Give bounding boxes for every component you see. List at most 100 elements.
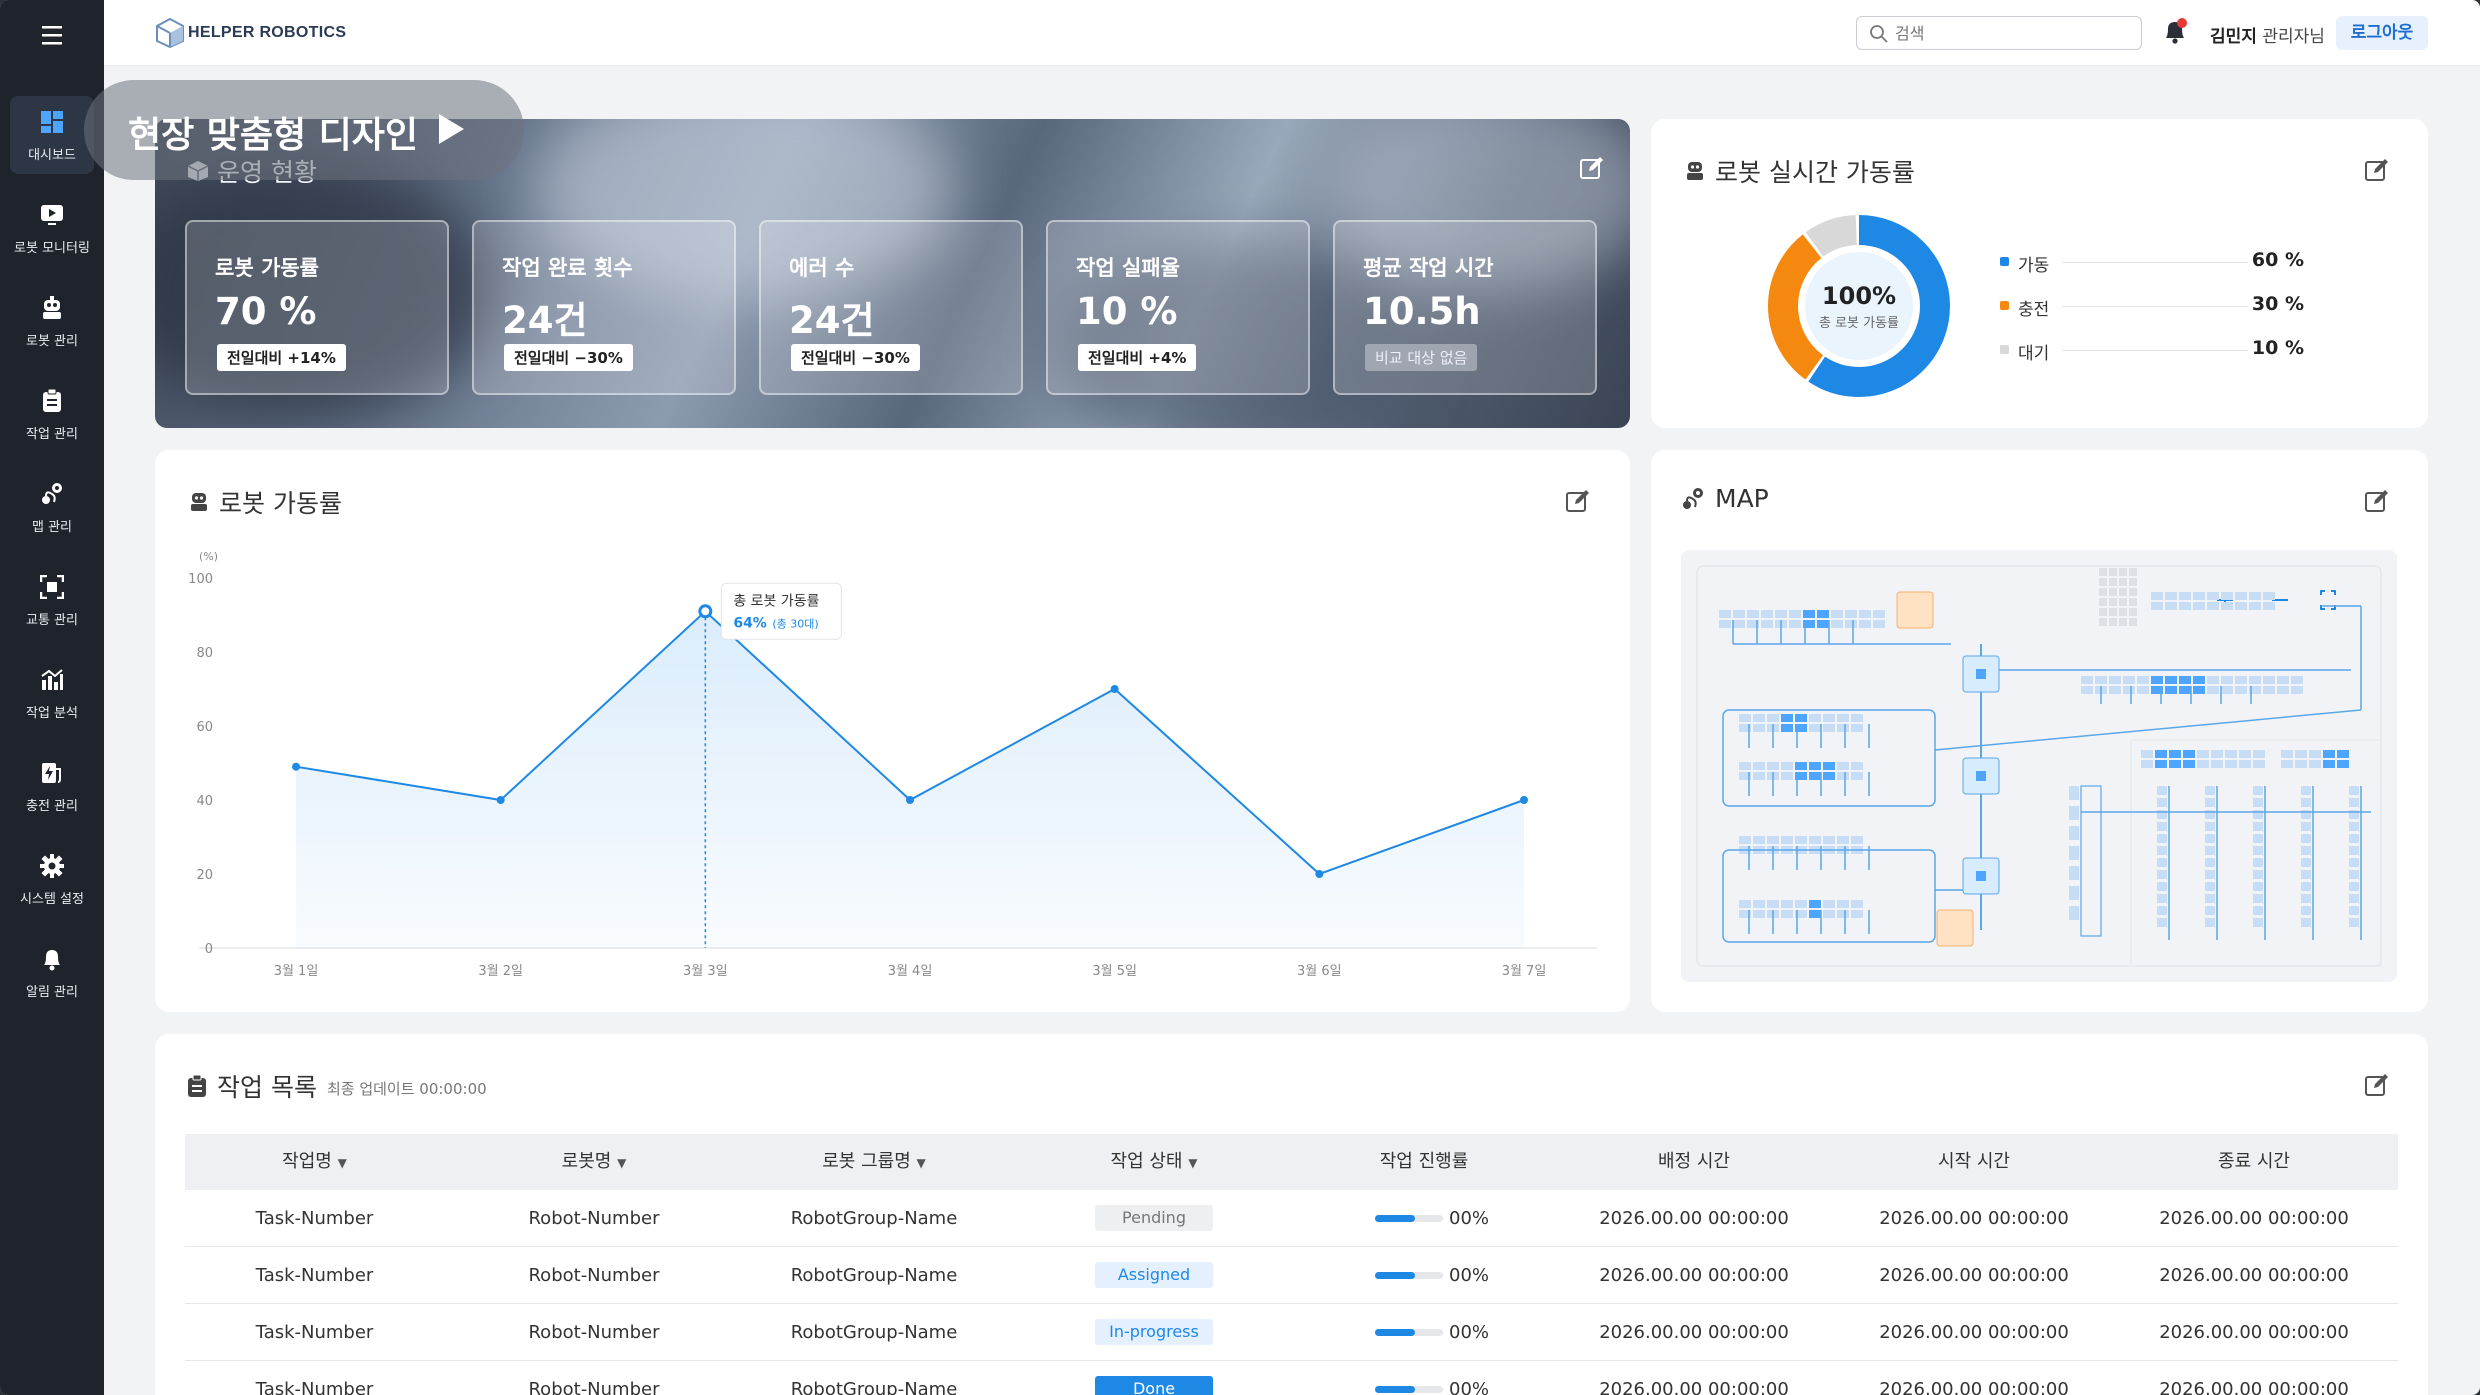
shelf-slot bbox=[2207, 676, 2219, 684]
column-header-robot-group[interactable]: 로봇 그룹명 ▼ bbox=[744, 1134, 1004, 1190]
storage-block bbox=[2119, 588, 2127, 596]
storage-block bbox=[2099, 588, 2107, 596]
shelf-slot bbox=[1859, 620, 1871, 628]
column-header-task-status[interactable]: 작업 상태 ▼ bbox=[1004, 1134, 1304, 1190]
shelf-slot bbox=[2141, 750, 2153, 758]
shelf-slot bbox=[1767, 836, 1779, 844]
shelf-slot bbox=[2207, 592, 2219, 600]
cell-start-time: 2026.00.00 00:00:00 bbox=[1879, 1322, 2069, 1343]
stat-value: 24건 bbox=[502, 299, 588, 342]
shelf-slot bbox=[2253, 894, 2263, 903]
legend-label: 가동 bbox=[2018, 256, 2050, 276]
charging-icon bbox=[42, 763, 61, 783]
shelf-slot bbox=[1753, 772, 1765, 780]
table-row[interactable]: Task-Number Robot-Number RobotGroup-Name In… bbox=[185, 1304, 2398, 1361]
storage-block bbox=[2099, 568, 2107, 576]
shelf-slot bbox=[2169, 760, 2181, 768]
y-tick-label: 80 bbox=[196, 646, 213, 661]
table-row[interactable]: Task-Number Robot-Number RobotGroup-Name Pe… bbox=[185, 1190, 2398, 1247]
robot-icon bbox=[43, 296, 61, 319]
search-input[interactable] bbox=[1895, 21, 2135, 45]
edit-icon[interactable] bbox=[2364, 157, 2390, 183]
shelf-slot bbox=[2221, 602, 2233, 610]
clipboard-icon bbox=[188, 1075, 206, 1097]
status-badge: Assigned bbox=[1095, 1262, 1213, 1288]
shelf-slot bbox=[2095, 676, 2107, 684]
sidebar-item-system-settings[interactable]: 시스템 설정 bbox=[10, 840, 94, 918]
shelf-slot bbox=[1753, 724, 1765, 732]
edit-icon[interactable] bbox=[2364, 1072, 2390, 1098]
y-axis-unit: (%) bbox=[199, 550, 218, 563]
sidebar-item-map-management[interactable]: 맵 관리 bbox=[10, 468, 94, 546]
sidebar-item-task-management[interactable]: 작업 관리 bbox=[10, 375, 94, 453]
shelf-slot bbox=[1823, 910, 1835, 918]
logout-button[interactable]: 로그아웃 bbox=[2336, 16, 2428, 50]
shelf-slot bbox=[2205, 822, 2215, 831]
shelf-slot bbox=[2301, 858, 2311, 867]
task-table: 작업명 ▼ 로봇명 ▼ 로봇 그룹명 ▼ 작업 상태 ▼ 작업 진행률 배정 시… bbox=[185, 1134, 2398, 1395]
sort-caret-icon: ▼ bbox=[337, 1156, 347, 1170]
sidebar-item-robot-monitoring[interactable]: 로봇 모니터링 bbox=[10, 189, 94, 267]
custom-design-banner[interactable]: 현장 맞춤형 디자인 bbox=[84, 80, 524, 180]
storage-block bbox=[2129, 618, 2137, 626]
sidebar-item-traffic-management[interactable]: 교통 관리 bbox=[10, 561, 94, 639]
legend-divider bbox=[2062, 262, 2248, 263]
sidebar-item-label: 로봇 모니터링 bbox=[14, 241, 90, 256]
stat-card-robot-utilization: 로봇 가동률 70 % 전일대비 +14% bbox=[185, 220, 449, 395]
column-header-robot-name[interactable]: 로봇명 ▼ bbox=[444, 1134, 744, 1190]
stat-title: 작업 완료 횟수 bbox=[502, 256, 633, 280]
storage-block bbox=[2119, 578, 2127, 586]
sidebar-item-charging-management[interactable]: 충전 관리 bbox=[10, 747, 94, 825]
donut-center-label: 총 로봇 가동률 bbox=[1818, 316, 1900, 331]
shelf-slot bbox=[2239, 750, 2251, 758]
shelf-slot bbox=[1753, 714, 1765, 722]
edit-icon[interactable] bbox=[1579, 155, 1605, 181]
cell-robot-name: Robot-Number bbox=[528, 1322, 660, 1343]
shelf-slot bbox=[2109, 676, 2121, 684]
sidebar-item-dashboard[interactable]: 대시보드 bbox=[10, 96, 94, 174]
shelf-slot bbox=[2301, 894, 2311, 903]
column-header-task-name[interactable]: 작업명 ▼ bbox=[185, 1134, 444, 1190]
table-row[interactable]: Task-Number Robot-Number RobotGroup-Name As… bbox=[185, 1247, 2398, 1304]
column-header-label: 시작 시간 bbox=[1938, 1151, 2010, 1172]
cell-start-time: 2026.00.00 00:00:00 bbox=[1879, 1208, 2069, 1229]
edit-icon[interactable] bbox=[2364, 488, 2390, 514]
shelf-slot bbox=[1739, 836, 1751, 844]
cell-task-name: Task-Number bbox=[255, 1379, 374, 1395]
shelf-slot bbox=[1809, 900, 1821, 908]
shelf-slot bbox=[2109, 686, 2121, 694]
map-node-core bbox=[1976, 771, 1986, 781]
notification-button[interactable] bbox=[2162, 17, 2190, 47]
sidebar-item-alarm-management[interactable]: 알림 관리 bbox=[10, 933, 94, 1011]
shelf-slot bbox=[1795, 762, 1807, 770]
table-row[interactable]: Task-Number Robot-Number RobotGroup-Name Do… bbox=[185, 1361, 2398, 1395]
cell-progress-value: 00% bbox=[1449, 1265, 1490, 1286]
analytics-icon bbox=[41, 669, 63, 690]
shelf-slot bbox=[2157, 906, 2167, 915]
tooltip-sub: (총 30대) bbox=[772, 617, 818, 630]
storage-block bbox=[2099, 578, 2107, 586]
search-box[interactable] bbox=[1856, 16, 2142, 50]
stat-value: 70 % bbox=[215, 290, 317, 333]
brand-logo[interactable]: HELPER ROBOTICS bbox=[156, 18, 346, 48]
shelf-slot bbox=[2253, 760, 2265, 768]
cell-end-time: 2026.00.00 00:00:00 bbox=[2159, 1265, 2349, 1286]
storage-block bbox=[2119, 618, 2127, 626]
storage-block bbox=[2099, 618, 2107, 626]
shelf-slot bbox=[2169, 750, 2181, 758]
map-card-title: MAP bbox=[1681, 484, 1769, 513]
stat-badge: 전일대비 −30% bbox=[504, 344, 633, 371]
shelf-slot bbox=[1873, 610, 1885, 618]
cell-robot-group: RobotGroup-Name bbox=[790, 1265, 958, 1286]
shelf-slot bbox=[1809, 714, 1821, 722]
hamburger-menu-icon[interactable] bbox=[34, 20, 70, 50]
cell-robot-name: Robot-Number bbox=[528, 1379, 660, 1395]
sidebar-item-task-analysis[interactable]: 작업 분석 bbox=[10, 654, 94, 732]
warehouse-map[interactable] bbox=[1681, 550, 2397, 982]
sidebar-item-robot-management[interactable]: 로봇 관리 bbox=[10, 282, 94, 360]
shelf-slot bbox=[2069, 866, 2079, 880]
data-point bbox=[1520, 796, 1528, 804]
shelf-slot bbox=[2069, 826, 2079, 840]
shelf-slot bbox=[2205, 858, 2215, 867]
stat-badge: 전일대비 +14% bbox=[217, 344, 346, 371]
